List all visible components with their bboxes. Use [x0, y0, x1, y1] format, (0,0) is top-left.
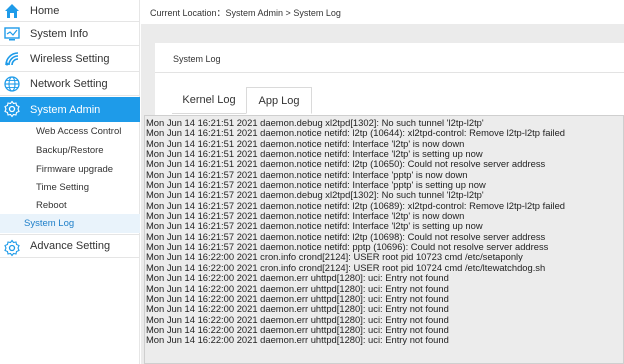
sidebar-subitem-time-setting[interactable]: Time Setting	[36, 182, 89, 193]
sidebar-item-system-info[interactable]: System Info	[0, 23, 140, 46]
sidebar-item-label: System Admin	[30, 103, 101, 116]
gear-icon	[2, 99, 22, 119]
panel-divider	[155, 72, 624, 73]
sidebar-subitem-reboot[interactable]: Reboot	[36, 200, 67, 211]
breadcrumb: Current Location：System Admin > System L…	[150, 8, 341, 18]
sidebar-item-system-admin[interactable]: System Admin	[0, 97, 140, 122]
sidebar-subitem-system-log[interactable]: System Log	[0, 214, 140, 233]
log-line: Mon Jun 14 16:22:00 2021 daemon.err uhtt…	[146, 303, 449, 315]
home-icon	[2, 1, 22, 21]
panel-title: System Log	[173, 54, 221, 64]
breadcrumb-bar: Current Location：System Admin > System L…	[141, 0, 624, 24]
sidebar-item-home[interactable]: Home	[0, 0, 140, 22]
sidebar-item-label: Wireless Setting	[30, 53, 110, 65]
sidebar-subitem-web-access-control[interactable]: Web Access Control	[36, 126, 121, 137]
log-lines: Mon Jun 14 16:21:51 2021 daemon.debug xl…	[145, 116, 623, 346]
sidebar-subitem-backup-restore[interactable]: Backup/Restore	[36, 145, 104, 156]
sidebar-item-label: System Info	[30, 28, 89, 40]
wifi-icon	[2, 49, 22, 69]
sidebar-item-label: Advance Setting	[30, 240, 111, 252]
log-line: Mon Jun 14 16:22:00 2021 daemon.err uhtt…	[146, 334, 449, 346]
tab-app-log[interactable]: App Log	[246, 87, 312, 114]
globe-icon	[2, 74, 22, 94]
sidebar-item-label: Network Setting	[30, 78, 108, 90]
sidebar-item-network-setting[interactable]: Network Setting	[0, 73, 140, 96]
sidebar-item-advance-setting[interactable]: Advance Setting	[0, 234, 140, 258]
sidebar-item-wireless-setting[interactable]: Wireless Setting	[0, 47, 140, 72]
gear-icon	[2, 238, 22, 258]
sidebar: Home System Info Wireless Setting Networ…	[0, 0, 140, 364]
log-line: Mon Jun 14 16:22:00 2021 daemon.err uhtt…	[146, 272, 449, 284]
sidebar-subitem-firmware-upgrade[interactable]: Firmware upgrade	[36, 164, 113, 175]
tab-kernel-log[interactable]: Kernel Log	[172, 87, 246, 114]
log-output-textarea[interactable]: Mon Jun 14 16:21:51 2021 daemon.debug xl…	[144, 115, 624, 364]
monitor-icon	[2, 24, 22, 44]
sidebar-item-label: Home	[30, 4, 60, 17]
